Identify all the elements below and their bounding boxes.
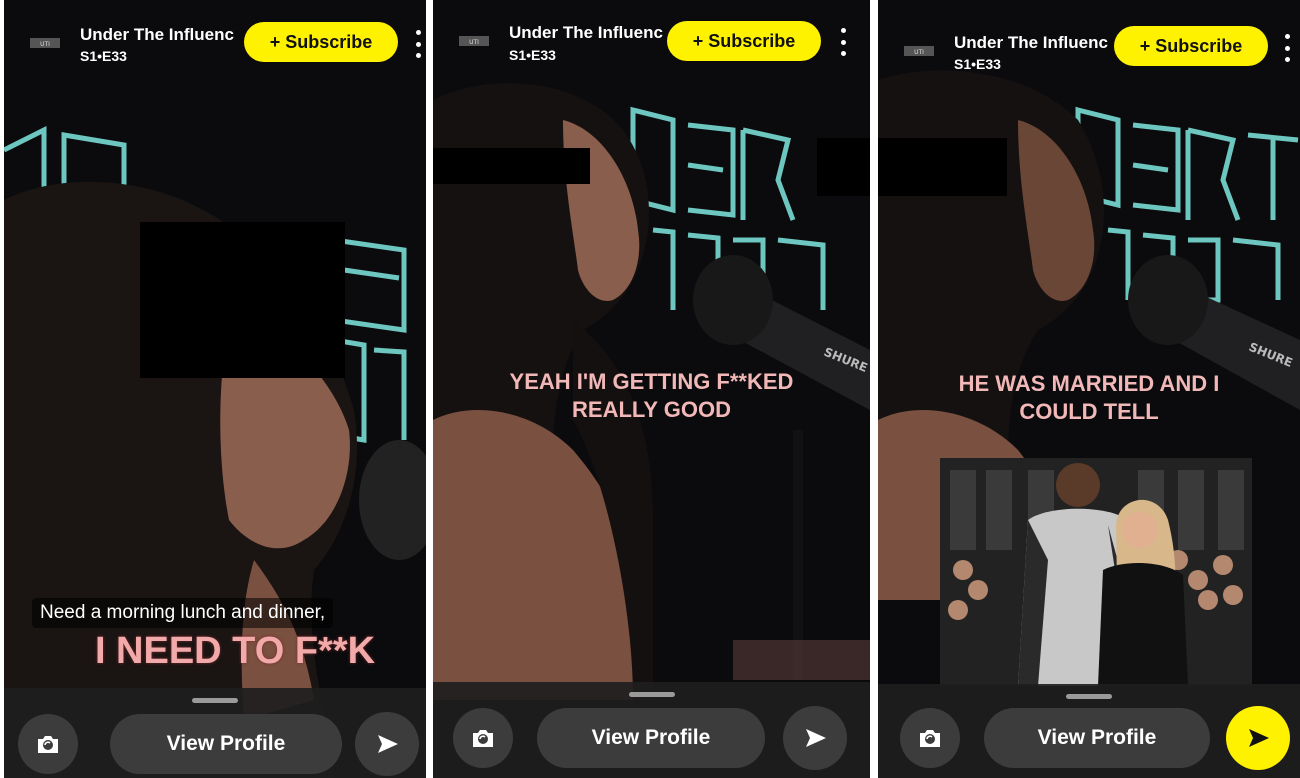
story-panel-1[interactable]: UTI Under The Influenc S1•E33 + Subscrib… [4,0,426,778]
show-logo-icon: UTI [459,36,489,46]
show-title[interactable]: Under The Influenc [509,23,663,43]
redaction-box [878,138,1007,196]
view-profile-button[interactable]: View Profile [110,714,342,774]
subscribe-label: + Subscribe [269,31,373,52]
caption-line-2: COULD TELL [1019,399,1159,424]
camera-switch-icon [920,730,940,747]
camera-switch-icon [38,736,58,753]
redaction-box [140,222,345,378]
camera-button[interactable] [18,714,78,774]
svg-text:UTI: UTI [914,49,924,56]
story-panel-2[interactable]: SHURE UTI Under The Influenc S1•E33 + Su… [433,0,870,778]
episode-label: S1•E33 [954,56,1001,72]
send-button[interactable] [355,712,419,776]
send-arrow-icon [806,729,826,747]
more-vertical-icon[interactable] [840,28,846,56]
more-vertical-icon[interactable] [1284,34,1290,62]
camera-button[interactable] [900,708,960,768]
subscribe-button[interactable]: + Subscribe [244,22,398,62]
svg-text:UTI: UTI [40,41,50,48]
caption-line-1: HE WAS MARRIED AND I [958,371,1220,396]
send-arrow-icon [1249,729,1269,747]
show-logo-icon: UTI [904,46,934,56]
subscribe-button[interactable]: + Subscribe [667,21,821,61]
send-arrow-icon [378,735,398,753]
send-button[interactable] [1226,706,1290,770]
caption-line: Need a morning lunch and dinner, [32,598,334,628]
show-title[interactable]: Under The Influenc [954,33,1108,53]
redaction-box [817,138,870,196]
drag-handle[interactable] [628,692,675,697]
bottom-bar: View Profile [878,684,1300,778]
episode-label: S1•E33 [80,48,127,64]
episode-label: S1•E33 [509,47,556,63]
caption-line-1: YEAH I'M GETTING F**KED [509,369,794,394]
caption-line-2: REALLY GOOD [572,397,731,422]
caption-headline: I NEED TO F**K [94,630,376,672]
view-profile-button[interactable]: View Profile [984,708,1210,768]
camera-button[interactable] [453,708,513,768]
subscribe-button[interactable]: + Subscribe [1114,26,1268,66]
subscribe-label: + Subscribe [1139,35,1243,56]
redaction-box [433,148,590,184]
show-title[interactable]: Under The Influenc [80,25,234,45]
bottom-bar: View Profile [433,682,870,778]
drag-handle[interactable] [192,698,238,703]
view-profile-button[interactable]: View Profile [537,708,765,768]
svg-text:UTI: UTI [469,39,479,46]
inset-photo [940,458,1252,686]
bottom-bar: View Profile [4,688,426,778]
story-panel-3[interactable]: SHURE UTI Under The Influenc S1•E33 + Su… [878,0,1300,778]
show-logo-icon: UTI [30,38,60,48]
drag-handle[interactable] [1066,694,1112,699]
more-vertical-icon[interactable] [415,30,421,58]
camera-switch-icon [473,730,493,747]
send-button[interactable] [783,706,847,770]
subscribe-label: + Subscribe [692,30,796,51]
